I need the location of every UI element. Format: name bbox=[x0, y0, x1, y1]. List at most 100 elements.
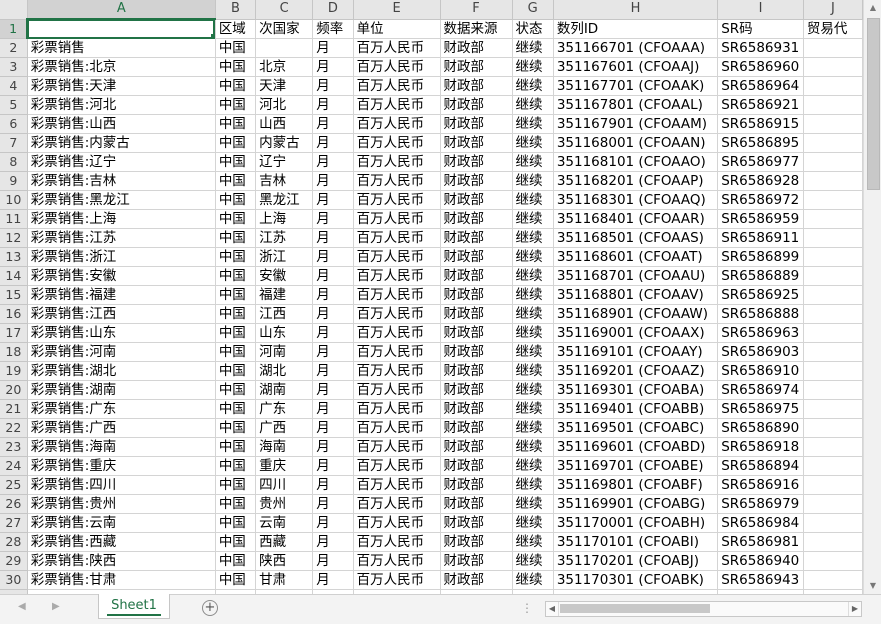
cell-g[interactable]: 继续 bbox=[512, 228, 554, 248]
cell-h[interactable]: 351168201 (CFOAAP) bbox=[553, 171, 719, 191]
cell-c[interactable]: 福建 bbox=[255, 285, 314, 305]
cell-i[interactable]: SR6586984 bbox=[717, 513, 804, 533]
cell-g[interactable]: 继续 bbox=[512, 266, 554, 286]
cell-h[interactable]: 351170301 (CFOABK) bbox=[553, 570, 719, 590]
cell-i[interactable]: SR6586911 bbox=[717, 228, 804, 248]
cell-e[interactable]: 百万人民币 bbox=[353, 380, 441, 400]
cell-f[interactable]: 财政部 bbox=[440, 380, 513, 400]
cell-b[interactable]: 中国 bbox=[215, 304, 257, 324]
cell-j[interactable] bbox=[803, 456, 863, 476]
cell-a[interactable]: 彩票销售:天津 bbox=[27, 76, 216, 96]
cell-i[interactable]: SR6586890 bbox=[717, 418, 804, 438]
row-number[interactable]: 12 bbox=[0, 228, 28, 248]
cell-d[interactable]: 月 bbox=[312, 247, 354, 267]
cell-c[interactable]: 甘肃 bbox=[255, 570, 314, 590]
column-header-b[interactable]: B bbox=[215, 0, 257, 20]
cell-d[interactable]: 月 bbox=[312, 171, 354, 191]
cell-b[interactable]: 中国 bbox=[215, 323, 257, 343]
vertical-scrollbar[interactable]: ▲ ▼ bbox=[863, 0, 881, 594]
cell-d[interactable]: 月 bbox=[312, 304, 354, 324]
cell-f[interactable]: 财政部 bbox=[440, 570, 513, 590]
cell-j[interactable] bbox=[803, 171, 863, 191]
cell-h[interactable]: 351168801 (CFOAAV) bbox=[553, 285, 719, 305]
row-number[interactable]: 13 bbox=[0, 247, 28, 267]
cell-f[interactable]: 财政部 bbox=[440, 551, 513, 571]
cell-e[interactable]: 百万人民币 bbox=[353, 551, 441, 571]
cell-i[interactable]: SR6586894 bbox=[717, 456, 804, 476]
cell-a[interactable]: 彩票销售:湖南 bbox=[27, 380, 216, 400]
cell-b[interactable]: 中国 bbox=[215, 285, 257, 305]
cell-a[interactable]: 彩票销售:浙江 bbox=[27, 247, 216, 267]
cell-e[interactable]: 百万人民币 bbox=[353, 399, 441, 419]
column-header-a[interactable]: A bbox=[27, 0, 216, 20]
row-number[interactable]: 3 bbox=[0, 57, 28, 77]
cell-b[interactable]: 中国 bbox=[215, 342, 257, 362]
row-number[interactable]: 24 bbox=[0, 456, 28, 476]
cell-e[interactable]: 百万人民币 bbox=[353, 95, 441, 115]
cell-h[interactable]: 351166701 (CFOAAA) bbox=[553, 38, 719, 58]
cell-e[interactable]: 百万人民币 bbox=[353, 475, 441, 495]
vertical-scroll-thumb[interactable] bbox=[867, 18, 880, 190]
cell-f[interactable]: 财政部 bbox=[440, 133, 513, 153]
cell-i[interactable]: SR6586963 bbox=[717, 323, 804, 343]
cell-d[interactable]: 月 bbox=[312, 551, 354, 571]
row-number[interactable]: 30 bbox=[0, 570, 28, 590]
cell-h[interactable]: 351169201 (CFOAAZ) bbox=[553, 361, 719, 381]
cell-d[interactable]: 月 bbox=[312, 361, 354, 381]
cell-f[interactable]: 财政部 bbox=[440, 494, 513, 514]
cell-i[interactable]: SR6586975 bbox=[717, 399, 804, 419]
cell-e[interactable]: 百万人民币 bbox=[353, 513, 441, 533]
cell-j[interactable] bbox=[803, 38, 863, 58]
cell-h[interactable]: 351168601 (CFOAAT) bbox=[553, 247, 719, 267]
cell-g[interactable]: 继续 bbox=[512, 95, 554, 115]
cell-e[interactable]: 百万人民币 bbox=[353, 57, 441, 77]
cell-e[interactable]: 百万人民币 bbox=[353, 456, 441, 476]
cell-d[interactable]: 月 bbox=[312, 342, 354, 362]
cell-d[interactable]: 月 bbox=[312, 152, 354, 172]
column-header-d[interactable]: D bbox=[312, 0, 354, 20]
cell-g[interactable]: 继续 bbox=[512, 437, 554, 457]
cell-g[interactable]: 继续 bbox=[512, 209, 554, 229]
cell-i[interactable]: SR6586981 bbox=[717, 532, 804, 552]
cell-h[interactable]: 351168001 (CFOAAN) bbox=[553, 133, 719, 153]
cell-d[interactable]: 月 bbox=[312, 570, 354, 590]
cell-e[interactable]: 单位 bbox=[353, 19, 441, 39]
cell-d[interactable]: 月 bbox=[312, 266, 354, 286]
row-number[interactable]: 15 bbox=[0, 285, 28, 305]
cell-g[interactable]: 继续 bbox=[512, 38, 554, 58]
cell-g[interactable]: 继续 bbox=[512, 513, 554, 533]
cell-f[interactable]: 财政部 bbox=[440, 209, 513, 229]
cell-b[interactable]: 中国 bbox=[215, 76, 257, 96]
cell-e[interactable]: 百万人民币 bbox=[353, 437, 441, 457]
cell-a[interactable]: 彩票销售:陕西 bbox=[27, 551, 216, 571]
cell-c[interactable]: 浙江 bbox=[255, 247, 314, 267]
cell-g[interactable]: 继续 bbox=[512, 133, 554, 153]
cell-d[interactable]: 月 bbox=[312, 456, 354, 476]
cell-b[interactable]: 中国 bbox=[215, 171, 257, 191]
cell-j[interactable] bbox=[803, 323, 863, 343]
sheet-tab-sheet1[interactable]: Sheet1 bbox=[98, 594, 170, 619]
cell-e[interactable]: 百万人民币 bbox=[353, 247, 441, 267]
cell-c[interactable]: 上海 bbox=[255, 209, 314, 229]
cell-j[interactable] bbox=[803, 304, 863, 324]
cell-c[interactable]: 湖北 bbox=[255, 361, 314, 381]
cell-e[interactable]: 百万人民币 bbox=[353, 342, 441, 362]
cell-a[interactable]: 彩票销售:山西 bbox=[27, 114, 216, 134]
cell-j[interactable] bbox=[803, 133, 863, 153]
cell-b[interactable]: 中国 bbox=[215, 57, 257, 77]
cell-i[interactable]: SR6586974 bbox=[717, 380, 804, 400]
cell-e[interactable]: 百万人民币 bbox=[353, 266, 441, 286]
cell-g[interactable]: 继续 bbox=[512, 361, 554, 381]
cell-d[interactable]: 月 bbox=[312, 76, 354, 96]
cell-j[interactable] bbox=[803, 95, 863, 115]
cell-d[interactable]: 月 bbox=[312, 323, 354, 343]
cell-b[interactable]: 中国 bbox=[215, 228, 257, 248]
cell-c[interactable]: 黑龙江 bbox=[255, 190, 314, 210]
cell-a[interactable]: 彩票销售:广东 bbox=[27, 399, 216, 419]
cell-e[interactable]: 百万人民币 bbox=[353, 114, 441, 134]
cell-g[interactable]: 继续 bbox=[512, 247, 554, 267]
column-header-c[interactable]: C bbox=[255, 0, 314, 20]
cell-i[interactable]: SR6586925 bbox=[717, 285, 804, 305]
cell-c[interactable]: 山东 bbox=[255, 323, 314, 343]
cell-e[interactable]: 百万人民币 bbox=[353, 76, 441, 96]
